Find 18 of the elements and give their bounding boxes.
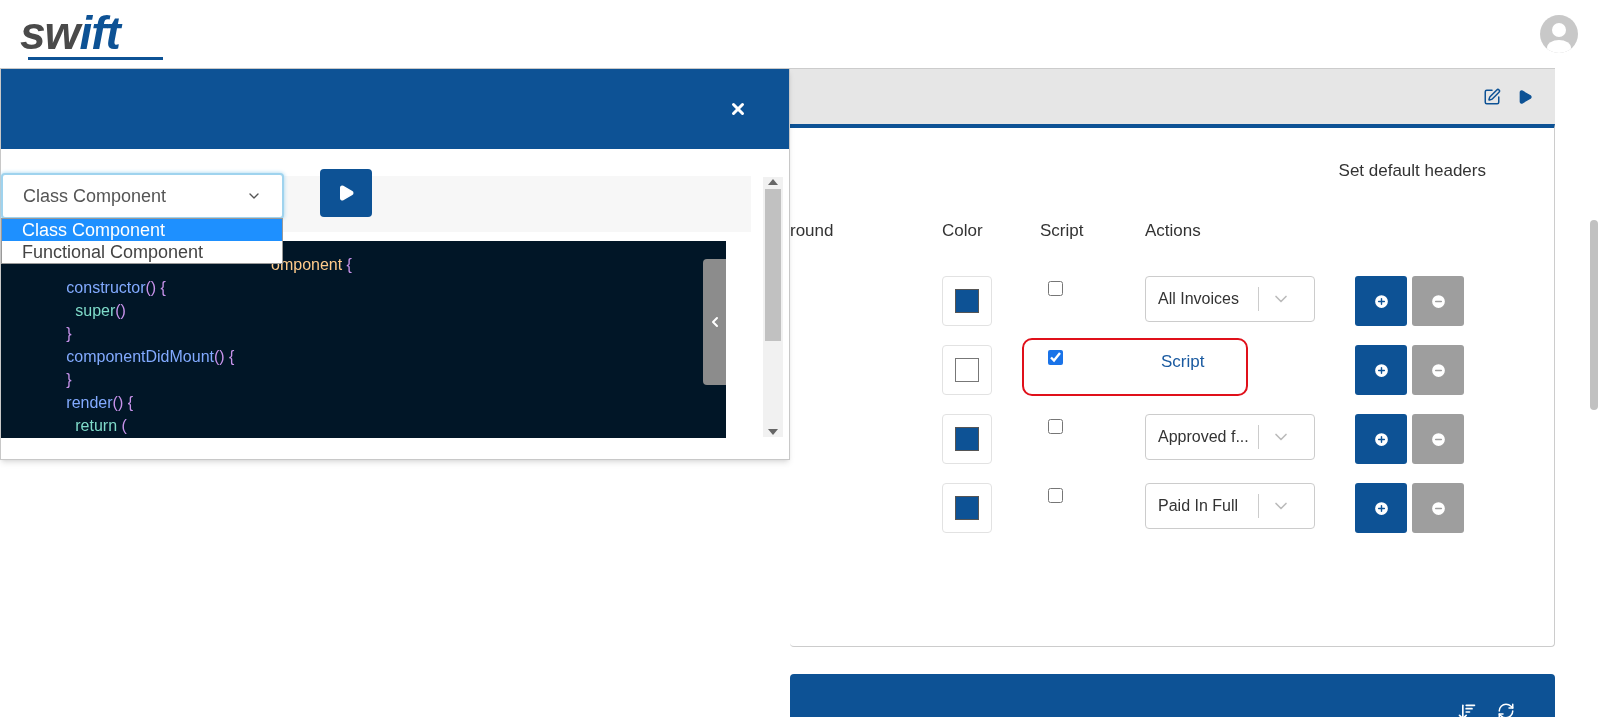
script-link[interactable]: Script xyxy=(1145,349,1205,375)
code-line: } xyxy=(65,324,73,344)
filter-select[interactable]: All Invoices xyxy=(1145,276,1315,322)
code-line: } xyxy=(65,370,73,390)
code-line: return ( xyxy=(74,416,128,436)
code-line: render() { xyxy=(65,393,135,413)
code-line: super() xyxy=(74,301,127,321)
column-header: Actions xyxy=(1145,219,1201,242)
code-line: componentDidMount() { xyxy=(65,347,236,367)
logo: swift xyxy=(20,8,163,60)
column-header: Color xyxy=(942,219,984,242)
column-header: round xyxy=(790,219,835,242)
set-default-headers-link[interactable]: Set default headers xyxy=(1338,158,1486,184)
filter-select[interactable]: Paid In Full xyxy=(1145,483,1315,529)
filter-select[interactable]: Approved f... xyxy=(1145,414,1315,460)
component-type-select[interactable]: Class Component xyxy=(1,173,284,219)
code-line: constructor() { xyxy=(65,278,167,298)
column-header: Script xyxy=(1039,219,1085,242)
